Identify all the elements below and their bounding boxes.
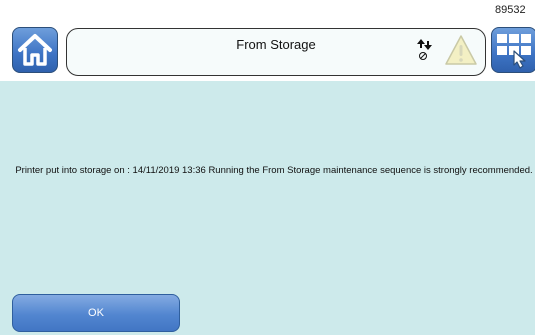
home-button[interactable]: [12, 27, 58, 73]
warning-triangle-icon: [445, 35, 477, 65]
title-panel: From Storage: [66, 28, 486, 76]
home-icon: [18, 34, 52, 66]
menu-grid-button[interactable]: [491, 27, 535, 73]
grid-menu-touch-icon: [497, 34, 531, 69]
storage-message: Printer put into storage on : 14/11/2019…: [15, 165, 533, 176]
device-id-label: 89532: [495, 4, 526, 16]
screen: From Storage Printer put into storage on…: [0, 17, 535, 335]
top-bar: From Storage: [0, 17, 535, 81]
ok-button[interactable]: OK: [12, 294, 180, 332]
transfer-arrows-icon: [417, 39, 432, 60]
